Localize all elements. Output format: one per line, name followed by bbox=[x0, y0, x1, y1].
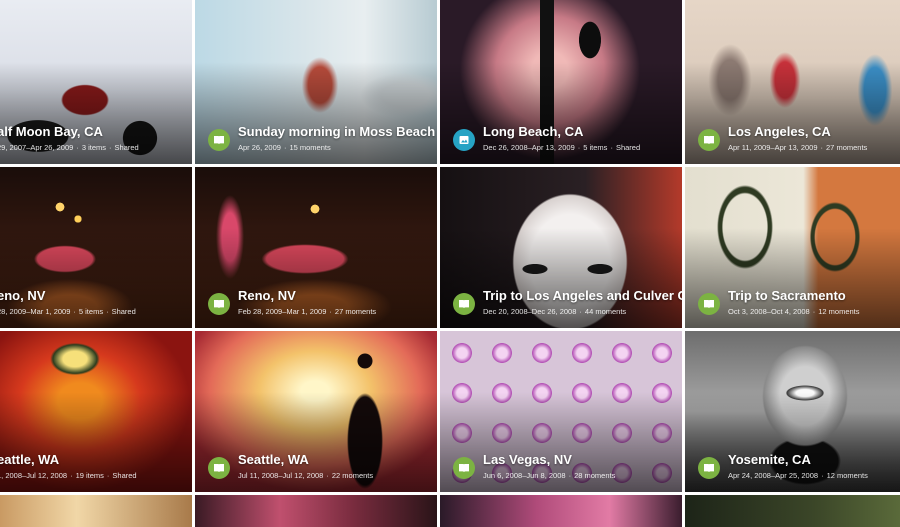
album-details: 29, 2007–Apr 26, 2009 · 3 items · Shared bbox=[0, 143, 186, 153]
album-title: eattle, WA bbox=[0, 452, 60, 467]
album-card[interactable] bbox=[195, 495, 437, 527]
album-dates: Dec 26, 2008–Apr 13, 2009 bbox=[483, 143, 575, 152]
album-details: Apr 26, 2009 · 15 moments bbox=[238, 143, 331, 152]
album-details: Dec 20, 2008–Dec 26, 2008 · 44 moments bbox=[483, 307, 627, 316]
album-grid: alf Moon Bay, CA 29, 2007–Apr 26, 2009 · 3… bbox=[0, 0, 900, 527]
album-count: 19 items bbox=[75, 471, 104, 480]
album-dates: Feb 28, 2009–Mar 1, 2009 bbox=[238, 307, 327, 316]
album-shared: Shared bbox=[111, 307, 136, 316]
album-count: 22 moments bbox=[331, 471, 374, 480]
album-caption: Long Beach, CA Dec 26, 2008–Apr 13, 2009… bbox=[483, 124, 676, 153]
album-count: 27 moments bbox=[826, 143, 868, 152]
story-book-icon bbox=[698, 293, 720, 315]
album-shared: Shared bbox=[114, 143, 139, 152]
album-caption: Los Angeles, CA Apr 11, 2009–Apr 13, 200… bbox=[728, 124, 894, 153]
album-title: Reno, NV bbox=[238, 288, 296, 303]
story-book-icon bbox=[453, 457, 475, 479]
album-title: Trip to Sacramento bbox=[728, 288, 846, 303]
album-details: Feb 28, 2009–Mar 1, 2009 · 27 moments bbox=[238, 307, 377, 316]
album-details: Jul 11, 2008–Jul 12, 2008 · 22 moments bbox=[238, 471, 374, 480]
album-details: Apr 24, 2008–Apr 25, 2008 · 12 moments bbox=[728, 471, 868, 480]
album-cover-image bbox=[0, 495, 192, 527]
album-dates: Dec 20, 2008–Dec 26, 2008 bbox=[483, 307, 577, 316]
album-card[interactable]: Trip to Los Angeles and Culver City Dec … bbox=[440, 167, 682, 328]
story-book-icon bbox=[698, 129, 720, 151]
album-card[interactable]: eno, NV 28, 2009–Mar 1, 2009 · 5 items · Sha… bbox=[0, 167, 192, 328]
album-title: Las Vegas, NV bbox=[483, 452, 572, 467]
album-count: 12 moments bbox=[826, 471, 868, 480]
album-card[interactable]: Las Vegas, NV Jun 6, 2008–Jun 8, 2008 · 28… bbox=[440, 331, 682, 492]
album-title: alf Moon Bay, CA bbox=[0, 124, 103, 139]
story-book-icon bbox=[208, 129, 230, 151]
album-dates: Oct 3, 2008–Oct 4, 2008 bbox=[728, 307, 810, 316]
album-title: Trip to Los Angeles and Culver City bbox=[483, 288, 682, 303]
album-title: Los Angeles, CA bbox=[728, 124, 831, 139]
story-book-icon bbox=[208, 457, 230, 479]
album-caption: alf Moon Bay, CA 29, 2007–Apr 26, 2009 · 3… bbox=[0, 124, 186, 153]
album-dates: Apr 26, 2009 bbox=[238, 143, 281, 152]
album-title: Sunday morning in Moss Beach bbox=[238, 124, 436, 139]
album-card[interactable]: Reno, NV Feb 28, 2009–Mar 1, 2009 · 27 mom… bbox=[195, 167, 437, 328]
story-book-icon bbox=[453, 293, 475, 315]
album-count: 3 items bbox=[81, 143, 107, 152]
album-card[interactable] bbox=[685, 495, 900, 527]
album-count: 44 moments bbox=[584, 307, 627, 316]
album-icon bbox=[453, 129, 475, 151]
album-title: Yosemite, CA bbox=[728, 452, 811, 467]
album-dates: Jun 6, 2008–Jun 8, 2008 bbox=[483, 471, 566, 480]
album-caption: Seattle, WA Jul 11, 2008–Jul 12, 2008 · 22… bbox=[238, 452, 431, 481]
album-dates: Jul 11, 2008–Jul 12, 2008 bbox=[238, 471, 324, 480]
album-caption: Reno, NV Feb 28, 2009–Mar 1, 2009 · 27 mom… bbox=[238, 288, 431, 317]
album-dates: 29, 2007–Apr 26, 2009 bbox=[0, 143, 74, 152]
album-details: Dec 26, 2008–Apr 13, 2009 · 5 items · Shared bbox=[483, 143, 641, 152]
album-shared: Shared bbox=[615, 143, 641, 152]
album-count: 12 moments bbox=[818, 307, 860, 316]
story-book-icon bbox=[698, 457, 720, 479]
album-cover-image bbox=[685, 495, 900, 527]
album-dates: Apr 11, 2009–Apr 13, 2009 bbox=[728, 143, 818, 152]
album-card[interactable] bbox=[440, 495, 682, 527]
album-card[interactable]: Los Angeles, CA Apr 11, 2009–Apr 13, 200… bbox=[685, 0, 900, 164]
album-count: 5 items bbox=[78, 307, 104, 316]
album-card[interactable]: Yosemite, CA Apr 24, 2008–Apr 25, 2008 · 1… bbox=[685, 331, 900, 492]
album-caption: Yosemite, CA Apr 24, 2008–Apr 25, 2008 · 1… bbox=[728, 452, 894, 481]
album-count: 28 moments bbox=[574, 471, 616, 480]
album-dates: Apr 24, 2008–Apr 25, 2008 bbox=[728, 471, 819, 480]
album-card[interactable]: alf Moon Bay, CA 29, 2007–Apr 26, 2009 · 3… bbox=[0, 0, 192, 164]
album-cover-image bbox=[195, 495, 437, 527]
story-book-icon bbox=[208, 293, 230, 315]
album-card[interactable]: Seattle, WA Jul 11, 2008–Jul 12, 2008 · 22… bbox=[195, 331, 437, 492]
album-card[interactable]: Long Beach, CA Dec 26, 2008–Apr 13, 2009… bbox=[440, 0, 682, 164]
album-shared: Shared bbox=[112, 471, 137, 480]
album-title: eno, NV bbox=[0, 288, 46, 303]
album-caption: Las Vegas, NV Jun 6, 2008–Jun 8, 2008 · 28… bbox=[483, 452, 676, 481]
album-details: 1, 2008–Jul 12, 2008 · 19 items · Shared bbox=[0, 471, 186, 481]
album-details: Apr 11, 2009–Apr 13, 2009 · 27 moments bbox=[728, 143, 868, 152]
album-caption: Trip to Los Angeles and Culver City Dec … bbox=[483, 288, 682, 317]
album-caption: eno, NV 28, 2009–Mar 1, 2009 · 5 items · Sha… bbox=[0, 288, 186, 317]
album-title: Seattle, WA bbox=[238, 452, 309, 467]
album-card[interactable]: Trip to Sacramento Oct 3, 2008–Oct 4, 20… bbox=[685, 167, 900, 328]
album-details: Oct 3, 2008–Oct 4, 2008 · 12 moments bbox=[728, 307, 860, 316]
album-caption: Sunday morning in Moss Beach Apr 26, 200… bbox=[238, 124, 436, 153]
album-count: 5 items bbox=[583, 143, 608, 152]
album-details: 28, 2009–Mar 1, 2009 · 5 items · Shared bbox=[0, 307, 186, 317]
album-title: Long Beach, CA bbox=[483, 124, 584, 139]
album-card[interactable]: Sunday morning in Moss Beach Apr 26, 200… bbox=[195, 0, 437, 164]
album-caption: eattle, WA 1, 2008–Jul 12, 2008 · 19 items… bbox=[0, 452, 186, 481]
album-caption: Trip to Sacramento Oct 3, 2008–Oct 4, 20… bbox=[728, 288, 894, 317]
album-count: 15 moments bbox=[289, 143, 331, 152]
album-details: Jun 6, 2008–Jun 8, 2008 · 28 moments bbox=[483, 471, 616, 480]
album-dates: 28, 2009–Mar 1, 2009 bbox=[0, 307, 71, 316]
album-card[interactable]: eattle, WA 1, 2008–Jul 12, 2008 · 19 items… bbox=[0, 331, 192, 492]
album-count: 27 moments bbox=[334, 307, 377, 316]
album-card[interactable] bbox=[0, 495, 192, 527]
album-cover-image bbox=[440, 495, 682, 527]
album-dates: 1, 2008–Jul 12, 2008 bbox=[0, 471, 68, 480]
